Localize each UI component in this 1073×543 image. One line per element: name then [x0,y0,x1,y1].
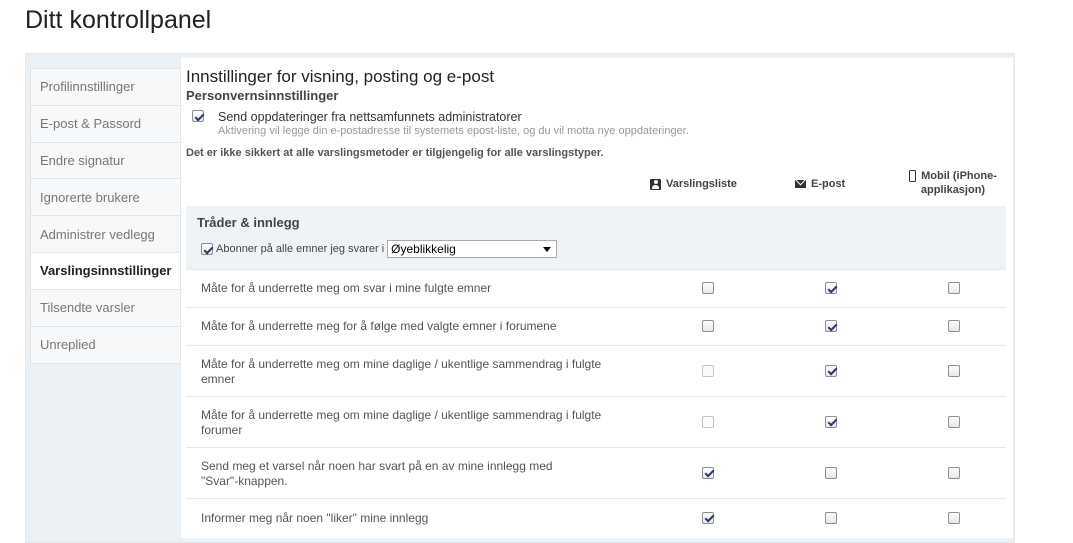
notification-row-line1: Måte for å underrette meg for å følge me… [201,319,557,333]
mobile-checkbox[interactable] [948,320,960,332]
list-checkbox[interactable] [702,511,714,524]
email-checkbox[interactable] [825,282,837,294]
sidebar-item-ignored-users[interactable]: Ignorerte brukere [31,179,180,217]
list-checkbox[interactable] [702,282,714,294]
list-checkbox[interactable] [702,466,714,479]
sidebar-item-profile[interactable]: Profilinnstillinger [31,69,180,106]
subscribe-row: Abonner på alle emner jeg svarer i Øyebl… [201,240,558,258]
email-checkbox[interactable] [825,415,837,428]
sidebar-item-sent-alerts[interactable]: Tilsendte varsler [31,290,180,327]
frequency-value: Øyeblikkelig [391,242,456,256]
notification-row-line1: Måte for å underrette meg om mine daglig… [201,407,602,422]
notification-row-label: Send meg et varsel når noen har svart på… [201,459,626,489]
admin-updates-label: Send oppdateringer fra nettsamfunnets ad… [218,110,522,124]
notification-row-line1: Send meg et varsel når noen har svart på… [201,458,553,473]
notification-row: Send meg et varsel når noen har svart på… [186,447,1006,498]
notification-row: Måte for å underrette meg om svar i mine… [186,269,1006,307]
notification-row-label: Måte for å underrette meg om mine daglig… [201,357,626,387]
notification-row-line2: emner [201,371,236,386]
notification-row-line1: Informer meg når noen "liker" mine innle… [201,510,429,525]
column-header-list: Varslingsliste [650,177,737,191]
user-icon [650,178,661,190]
list-checkbox[interactable] [702,364,714,377]
sidebar: Profilinnstillinger E-post & Passord End… [30,68,181,365]
column-list-label: Varslingsliste [666,178,737,190]
email-checkbox[interactable] [825,511,837,524]
sidebar-item-email-password[interactable]: E-post & Passord [31,106,180,143]
list-checkbox[interactable] [702,415,714,428]
notification-row-line1: Måte for å underrette meg om svar i mine… [201,281,492,295]
sidebar-item-notifications[interactable]: Varslingsinnstillinger [31,252,180,290]
threads-posts-section: Tråder & innlegg Abonner på alle emner j… [186,206,1006,269]
mail-icon [795,180,806,189]
subscribe-checkbox[interactable] [201,243,213,255]
mobile-checkbox[interactable] [948,364,960,377]
mobile-checkbox[interactable] [948,466,960,479]
column-email-label: E-post [811,178,846,190]
column-mobile-label-2: applikasjon) [920,184,986,196]
settings-content: Innstillinger for visning, posting og e-… [181,58,1013,538]
notification-row: Måte for å underrette meg for å følge me… [186,307,1006,345]
email-checkbox[interactable] [825,364,837,377]
notification-row-label: Informer meg når noen "liker" mine innle… [201,511,626,526]
admin-updates-description: Aktivering vil legge din e-postadresse t… [218,125,689,137]
mobile-checkbox[interactable] [948,511,960,524]
notification-rows: Måte for å underrette meg om svar i mine… [186,269,1006,537]
notification-row-line2: forumer [201,422,243,437]
column-header-email: E-post [795,177,845,191]
email-checkbox[interactable] [825,466,837,479]
frequency-select[interactable]: Øyeblikkelig [387,240,558,258]
sidebar-item-unreplied[interactable]: Unreplied [31,327,180,364]
subscribe-label: Abonner på alle emner jeg svarer i [216,243,385,255]
column-header-mobile: Mobil (iPhone- applikasjon) [893,169,1013,197]
mobile-checkbox[interactable] [948,282,960,294]
notification-row: Måte for å underrette meg om mine daglig… [186,345,1006,396]
notification-row: Måte for å underrette meg om mine daglig… [186,396,1006,447]
page-title: Ditt kontrollpanel [25,6,212,34]
section-title: Tråder & innlegg [197,215,300,230]
availability-notice: Det er ikke sikkert at alle varslingsmet… [186,147,604,159]
column-mobile-label-1: Mobil (iPhone- [921,170,997,182]
email-checkbox[interactable] [825,320,837,332]
chevron-down-icon [543,246,552,252]
settings-title: Innstillinger for visning, posting og e-… [186,67,495,86]
list-checkbox[interactable] [702,320,714,332]
phone-icon [909,170,917,182]
notification-row-line2: "Svar"-knappen. [201,473,288,488]
sidebar-item-signature[interactable]: Endre signatur [31,143,180,180]
mobile-checkbox[interactable] [948,415,960,428]
notification-row-label: Måte for å underrette meg om svar i mine… [201,281,626,296]
notification-row-label: Måte for å underrette meg for å følge me… [201,319,626,334]
privacy-subtitle: Personvernsinnstillinger [186,88,339,103]
sidebar-item-attachments[interactable]: Administrer vedlegg [31,216,180,253]
notification-row-line1: Måte for å underrette meg om mine daglig… [201,356,602,371]
notification-row: Informer meg når noen "liker" mine innle… [186,498,1006,537]
notification-row-label: Måte for å underrette meg om mine daglig… [201,408,626,438]
admin-updates-checkbox[interactable] [192,110,204,122]
